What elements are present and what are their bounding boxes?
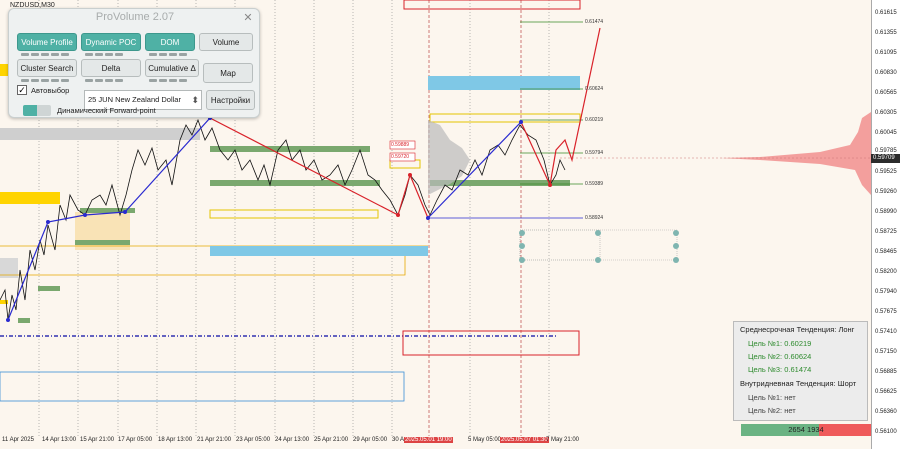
target-1-text: Цель №1: 0.60219 xyxy=(748,339,812,348)
price-tick: 0.59260 xyxy=(875,189,897,195)
forward-point-toggle[interactable] xyxy=(23,105,51,116)
price-tick: 0.56885 xyxy=(875,369,897,375)
volume-profile-indicators xyxy=(21,53,69,57)
time-label: 11 Apr 2025 xyxy=(2,437,34,443)
time-label-highlight: 2025.05.07 01:30 xyxy=(500,437,549,443)
delta-button[interactable]: Delta xyxy=(81,59,141,77)
delta-indicators xyxy=(85,79,123,83)
price-tick: 0.57675 xyxy=(875,309,897,315)
target-3-text: Цель №3: 0.61474 xyxy=(748,365,812,374)
volume-profile-button[interactable]: Volume Profile xyxy=(17,33,77,51)
intraday-target-1-text: Цель №1: нет xyxy=(748,393,796,402)
dynamic-poc-button[interactable]: Dynamic POC xyxy=(81,33,141,51)
price-tick: 0.57150 xyxy=(875,349,897,355)
volume-button[interactable]: Volume xyxy=(199,33,253,51)
box-label-1: 0.59889 xyxy=(391,142,410,148)
price-tick: 0.60305 xyxy=(875,110,897,116)
price-tick: 0.60045 xyxy=(875,130,897,136)
time-label: 5 May 05:00 xyxy=(468,437,502,443)
dom-indicators xyxy=(149,53,187,57)
auto-select-checkbox[interactable]: ✓ xyxy=(17,85,27,95)
medium-trend-text: Среднесрочная Тенденция: Лонг xyxy=(740,325,855,334)
box-label-2: 0.59720 xyxy=(391,154,410,160)
price-tick: 0.58465 xyxy=(875,249,897,255)
target-2-text: Цель №2: 0.60624 xyxy=(748,352,812,361)
price-tick: 0.58990 xyxy=(875,209,897,215)
trend-info-box: Среднесрочная Тенденция: Лонг Цель №1: 0… xyxy=(733,321,868,421)
price-tick: 0.57410 xyxy=(875,329,897,335)
chart-area[interactable]: NZDUSD,M30 0.61474 0.60624 0.60219 0.597… xyxy=(0,0,900,449)
auto-select-label: Автовыбор xyxy=(31,86,70,95)
panel-title: ProVolume 2.07 xyxy=(95,11,175,23)
level-label-6: 0.58924 xyxy=(585,215,604,221)
map-button[interactable]: Map xyxy=(203,63,253,83)
level-label-2: 0.60624 xyxy=(585,86,604,92)
time-label: 7 May 21:00 xyxy=(546,437,580,443)
instrument-value: 25 JUN New Zealand Dollar xyxy=(88,95,181,104)
price-tick: 0.56625 xyxy=(875,389,897,395)
time-label: 14 Apr 13:00 xyxy=(42,437,77,443)
level-label-1: 0.61474 xyxy=(585,19,604,25)
price-tick: 0.59525 xyxy=(875,169,897,175)
price-tick: 0.56100 xyxy=(875,429,897,435)
cumulative-delta-button[interactable]: Cumulative Δ xyxy=(145,59,199,77)
time-label: 15 Apr 21:00 xyxy=(80,437,115,443)
time-label: 23 Apr 05:00 xyxy=(236,437,271,443)
time-label: 17 Apr 05:00 xyxy=(118,437,153,443)
volume-balance-bar: 2654 1934 xyxy=(741,424,871,436)
price-tick: 0.56360 xyxy=(875,409,897,415)
dynamic-poc-indicators xyxy=(85,53,123,57)
intraday-target-2-text: Цель №2: нет xyxy=(748,406,796,415)
cluster-search-indicators xyxy=(21,79,69,83)
close-icon[interactable]: ✕ xyxy=(241,11,255,25)
time-label: 29 Apr 05:00 xyxy=(353,437,388,443)
level-label-5: 0.59389 xyxy=(585,181,604,187)
time-label: 18 Apr 13:00 xyxy=(158,437,193,443)
time-label: 25 Apr 21:00 xyxy=(314,437,349,443)
dom-button[interactable]: DOM xyxy=(145,33,195,51)
price-tick: 0.60830 xyxy=(875,70,897,76)
price-tick: 0.60565 xyxy=(875,90,897,96)
time-label: 21 Apr 21:00 xyxy=(197,437,232,443)
intraday-trend-text: Внутридневная Тенденция: Шорт xyxy=(740,379,857,388)
price-axis[interactable]: 0.61615 0.61355 0.61095 0.60830 0.60565 … xyxy=(871,0,900,449)
provolume-panel[interactable]: ProVolume 2.07 ✕ Volume Profile Dynamic … xyxy=(8,8,260,118)
settings-button[interactable]: Настройки xyxy=(206,90,255,110)
cluster-search-button[interactable]: Cluster Search xyxy=(17,59,77,77)
forward-point-label: Динамический Forward-point xyxy=(57,106,156,115)
time-label: 30 A xyxy=(392,437,405,443)
price-tick: 0.61615 xyxy=(875,10,897,16)
time-label: 24 Apr 13:00 xyxy=(275,437,310,443)
price-tick: 0.58200 xyxy=(875,269,897,275)
level-label-4: 0.59794 xyxy=(585,150,604,156)
price-tick: 0.61095 xyxy=(875,50,897,56)
time-label-highlight: 2025.05.01 19:00 xyxy=(404,437,453,443)
dropdown-arrow-icon: ⬍ xyxy=(191,95,199,105)
cumulative-delta-indicators xyxy=(149,79,187,83)
current-price-tag: 0.59709 xyxy=(871,154,900,163)
price-tick: 0.57940 xyxy=(875,289,897,295)
price-tick: 0.61355 xyxy=(875,30,897,36)
level-label-3: 0.60219 xyxy=(585,117,604,123)
price-tick: 0.58725 xyxy=(875,229,897,235)
